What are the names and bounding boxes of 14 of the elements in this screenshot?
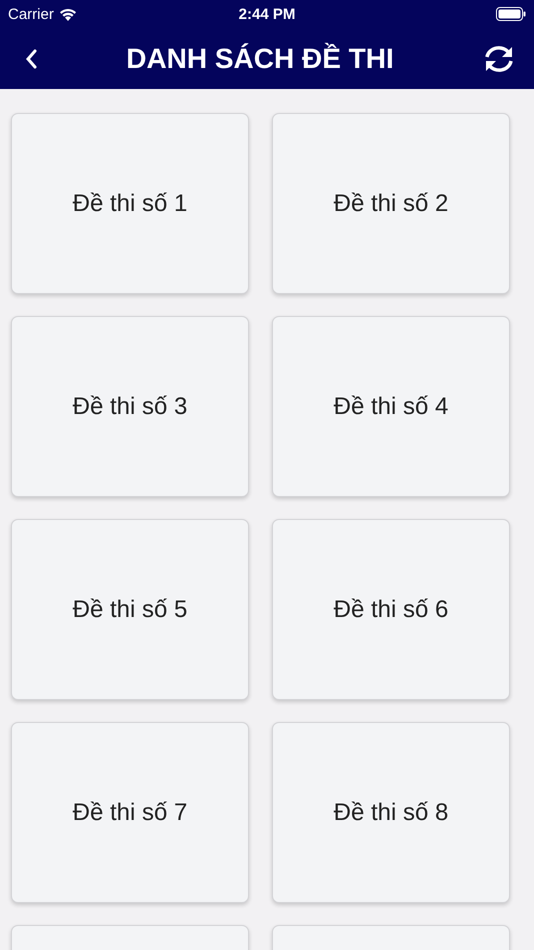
back-icon <box>24 48 38 70</box>
wifi-icon <box>58 8 77 20</box>
exam-card[interactable]: Đề thi số 4 <box>272 316 510 497</box>
exam-card[interactable]: Đề thi số 7 <box>11 722 249 903</box>
page-title: DANH SÁCH ĐỀ THI <box>126 42 394 74</box>
exam-card[interactable]: Đề thi số 5 <box>11 519 249 700</box>
battery-icon <box>496 7 526 21</box>
exam-card[interactable]: Đề thi số 2 <box>272 113 510 294</box>
carrier-name: Carrier <box>8 6 54 22</box>
exam-card[interactable]: Đề thi số 1 <box>11 113 249 294</box>
status-time: 2:44 PM <box>238 6 296 22</box>
exam-card[interactable]: Đề thi số 8 <box>272 722 510 903</box>
exam-card[interactable]: Đề thi số 6 <box>272 519 510 700</box>
exam-card[interactable]: Đề thi số 3 <box>11 316 249 497</box>
